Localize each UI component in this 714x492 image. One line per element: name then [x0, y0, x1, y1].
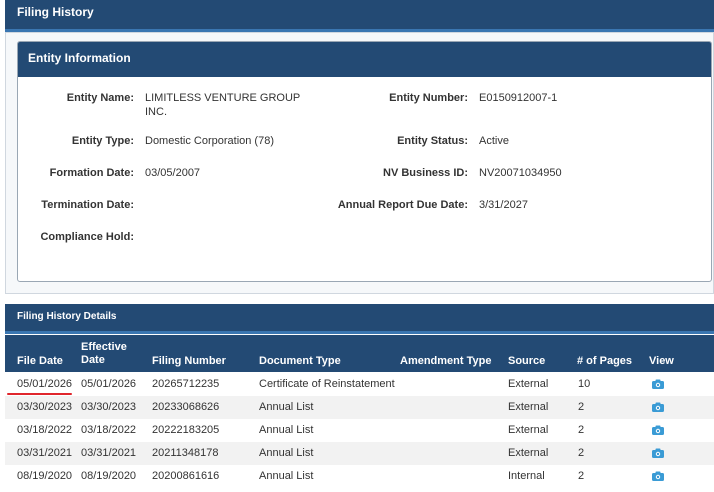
col-source[interactable]: Source	[508, 355, 545, 368]
details-accent-strip	[5, 331, 714, 334]
row-file-date: 03/30/2023	[17, 401, 73, 413]
col-filing-number[interactable]: Filing Number	[152, 355, 226, 368]
row-effective-date: 08/19/2020	[81, 470, 137, 482]
entity-name-line1: LIMITLESS VENTURE GROUP	[145, 92, 301, 104]
entity-info-box: Entity Information	[17, 41, 712, 282]
row-effective-date: 03/31/2021	[81, 447, 137, 459]
entity-number-value: E0150912007-1	[479, 92, 558, 104]
row-effective-date: 03/30/2023	[81, 401, 137, 413]
row-effective-date: 03/18/2022	[81, 424, 137, 436]
row-file-date: 03/31/2021	[17, 447, 73, 459]
compliance-hold-label: Compliance Hold:	[40, 231, 134, 243]
annotation-underline	[7, 393, 72, 395]
row-source: External	[508, 401, 549, 413]
annual-report-due-value: 3/31/2027	[479, 199, 528, 211]
row-pages: 2	[578, 424, 585, 436]
row-file-date: 08/19/2020	[17, 470, 73, 482]
entity-name-value: LIMITLESS VENTURE GROUP INC.	[145, 91, 325, 119]
col-effective-date[interactable]: Effective Date	[81, 341, 127, 367]
table-row: 03/18/2022 03/18/2022 20222183205 Annual…	[5, 419, 714, 442]
camera-icon[interactable]	[652, 402, 664, 412]
entity-info-header: Entity Information	[18, 42, 711, 77]
row-document-type: Annual List	[259, 424, 314, 436]
row-file-date: 05/01/2026	[17, 378, 73, 390]
col-view: View	[649, 355, 674, 367]
row-document-type: Annual List	[259, 470, 314, 482]
formation-date-value: 03/05/2007	[145, 167, 201, 179]
entity-info-title: Entity Information	[28, 51, 131, 65]
entity-type-label: Entity Type:	[71, 135, 134, 147]
row-pages: 2	[578, 401, 585, 413]
termination-date-label: Termination Date:	[41, 199, 134, 211]
row-filing-number: 20222183205	[152, 424, 220, 436]
row-source: Internal	[508, 470, 545, 482]
col-file-date[interactable]: File Date	[17, 355, 63, 368]
row-effective-date: 05/01/2026	[81, 378, 137, 390]
row-filing-number: 20211348178	[152, 447, 219, 459]
row-source: External	[508, 447, 549, 459]
details-title-bar: Filing History Details	[5, 304, 714, 334]
row-filing-number: 20233068626	[152, 401, 220, 413]
entity-panel: Entity Information	[5, 32, 714, 294]
table-row: 08/19/2020 08/19/2020 20200861616 Annual…	[5, 465, 714, 488]
col-amendment-type[interactable]: Amendment Type	[400, 355, 491, 368]
page-title-bar: Filing History	[5, 0, 714, 32]
annual-report-due-label: Annual Report Due Date:	[337, 199, 468, 211]
camera-icon[interactable]	[652, 379, 664, 389]
row-pages: 2	[578, 447, 585, 459]
row-document-type: Certificate of Reinstatement	[259, 378, 395, 390]
camera-icon[interactable]	[652, 448, 664, 458]
page-title: Filing History	[17, 5, 94, 19]
col-pages[interactable]: # of Pages	[577, 355, 632, 368]
row-file-date: 03/18/2022	[17, 424, 73, 436]
filing-table-header: File Date Effective Date Filing Number D…	[5, 335, 714, 372]
table-row: 03/30/2023 03/30/2023 20233068626 Annual…	[5, 396, 714, 419]
camera-icon[interactable]	[652, 471, 664, 481]
row-source: External	[508, 378, 549, 390]
entity-status-label: Entity Status:	[397, 135, 468, 147]
row-pages: 2	[578, 470, 585, 482]
row-pages: 10	[578, 378, 591, 390]
col-effective-date-line2: Date	[81, 354, 105, 366]
entity-name-label: Entity Name:	[66, 92, 134, 104]
row-document-type: Annual List	[259, 447, 314, 459]
row-source: External	[508, 424, 549, 436]
col-effective-date-line1: Effective	[81, 341, 127, 353]
entity-number-label: Entity Number:	[389, 92, 468, 104]
entity-status-value: Active	[479, 135, 509, 147]
details-title: Filing History Details	[17, 311, 117, 322]
row-filing-number: 20200861616	[152, 470, 220, 482]
table-row: 03/31/2021 03/31/2021 20211348178 Annual…	[5, 442, 714, 465]
row-filing-number: 20265712235	[152, 378, 220, 390]
entity-type-value: Domestic Corporation (78)	[145, 135, 274, 147]
row-document-type: Annual List	[259, 401, 314, 413]
camera-icon[interactable]	[652, 425, 664, 435]
col-document-type[interactable]: Document Type	[259, 355, 341, 368]
entity-name-line2: INC.	[145, 106, 167, 118]
nv-business-id-label: NV Business ID:	[383, 167, 468, 179]
formation-date-label: Formation Date:	[49, 167, 134, 179]
nv-business-id-value: NV20071034950	[479, 167, 562, 179]
table-row: 05/01/2026 05/01/2026 20265712235 Certif…	[5, 373, 714, 396]
